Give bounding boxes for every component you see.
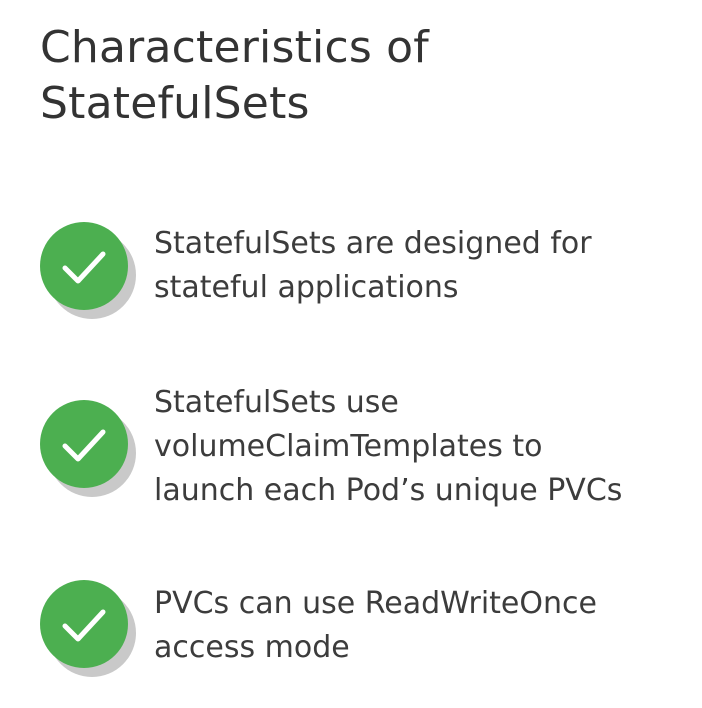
slide-title-line-1: Characteristics of (40, 22, 429, 73)
bullet-text-3: PVCs can use ReadWriteOnce access mode (154, 586, 597, 665)
bullet-item-3: PVCs can use ReadWriteOnce access mode (40, 580, 695, 690)
slide-title-line-2: StatefulSets (40, 78, 310, 129)
check-circle-icon (40, 400, 136, 497)
bullet-text-2: StatefulSets use volumeClaimTemplates to… (154, 385, 623, 508)
slide: Characteristics of StatefulSets Stateful… (0, 0, 702, 708)
checkmark-icon (62, 429, 106, 462)
bullet-item-1: StatefulSets are designed for stateful a… (40, 218, 695, 328)
checkmark-icon (62, 251, 106, 284)
check-circle-icon (40, 222, 136, 319)
checkmark-icon (62, 609, 106, 642)
bullet-item-2: StatefulSets use volumeClaimTemplates to… (40, 381, 695, 508)
slide-title: Characteristics of StatefulSets (40, 20, 680, 132)
check-circle-icon (40, 580, 136, 677)
bullet-text-1: StatefulSets are designed for stateful a… (154, 226, 592, 305)
